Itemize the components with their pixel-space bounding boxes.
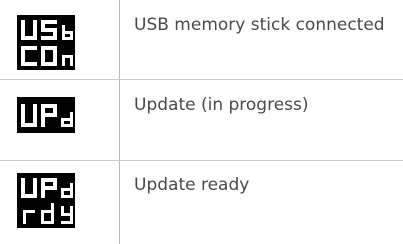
status-description: USB memory stick connected (134, 15, 385, 35)
column-divider (119, 0, 120, 244)
display-upd-icon (17, 97, 75, 133)
display-usb-con-icon (17, 15, 75, 70)
display-upd-rdy-icon (17, 173, 75, 228)
status-description: Update (in progress) (134, 95, 309, 115)
status-table: USB memory stick connected Update (in pr… (0, 0, 403, 244)
segment-display-icon (21, 20, 73, 66)
row-divider (0, 160, 403, 161)
segment-display-icon (21, 178, 73, 224)
status-description: Update ready (134, 175, 250, 195)
segment-display-icon (21, 104, 73, 127)
row-divider (0, 79, 403, 80)
